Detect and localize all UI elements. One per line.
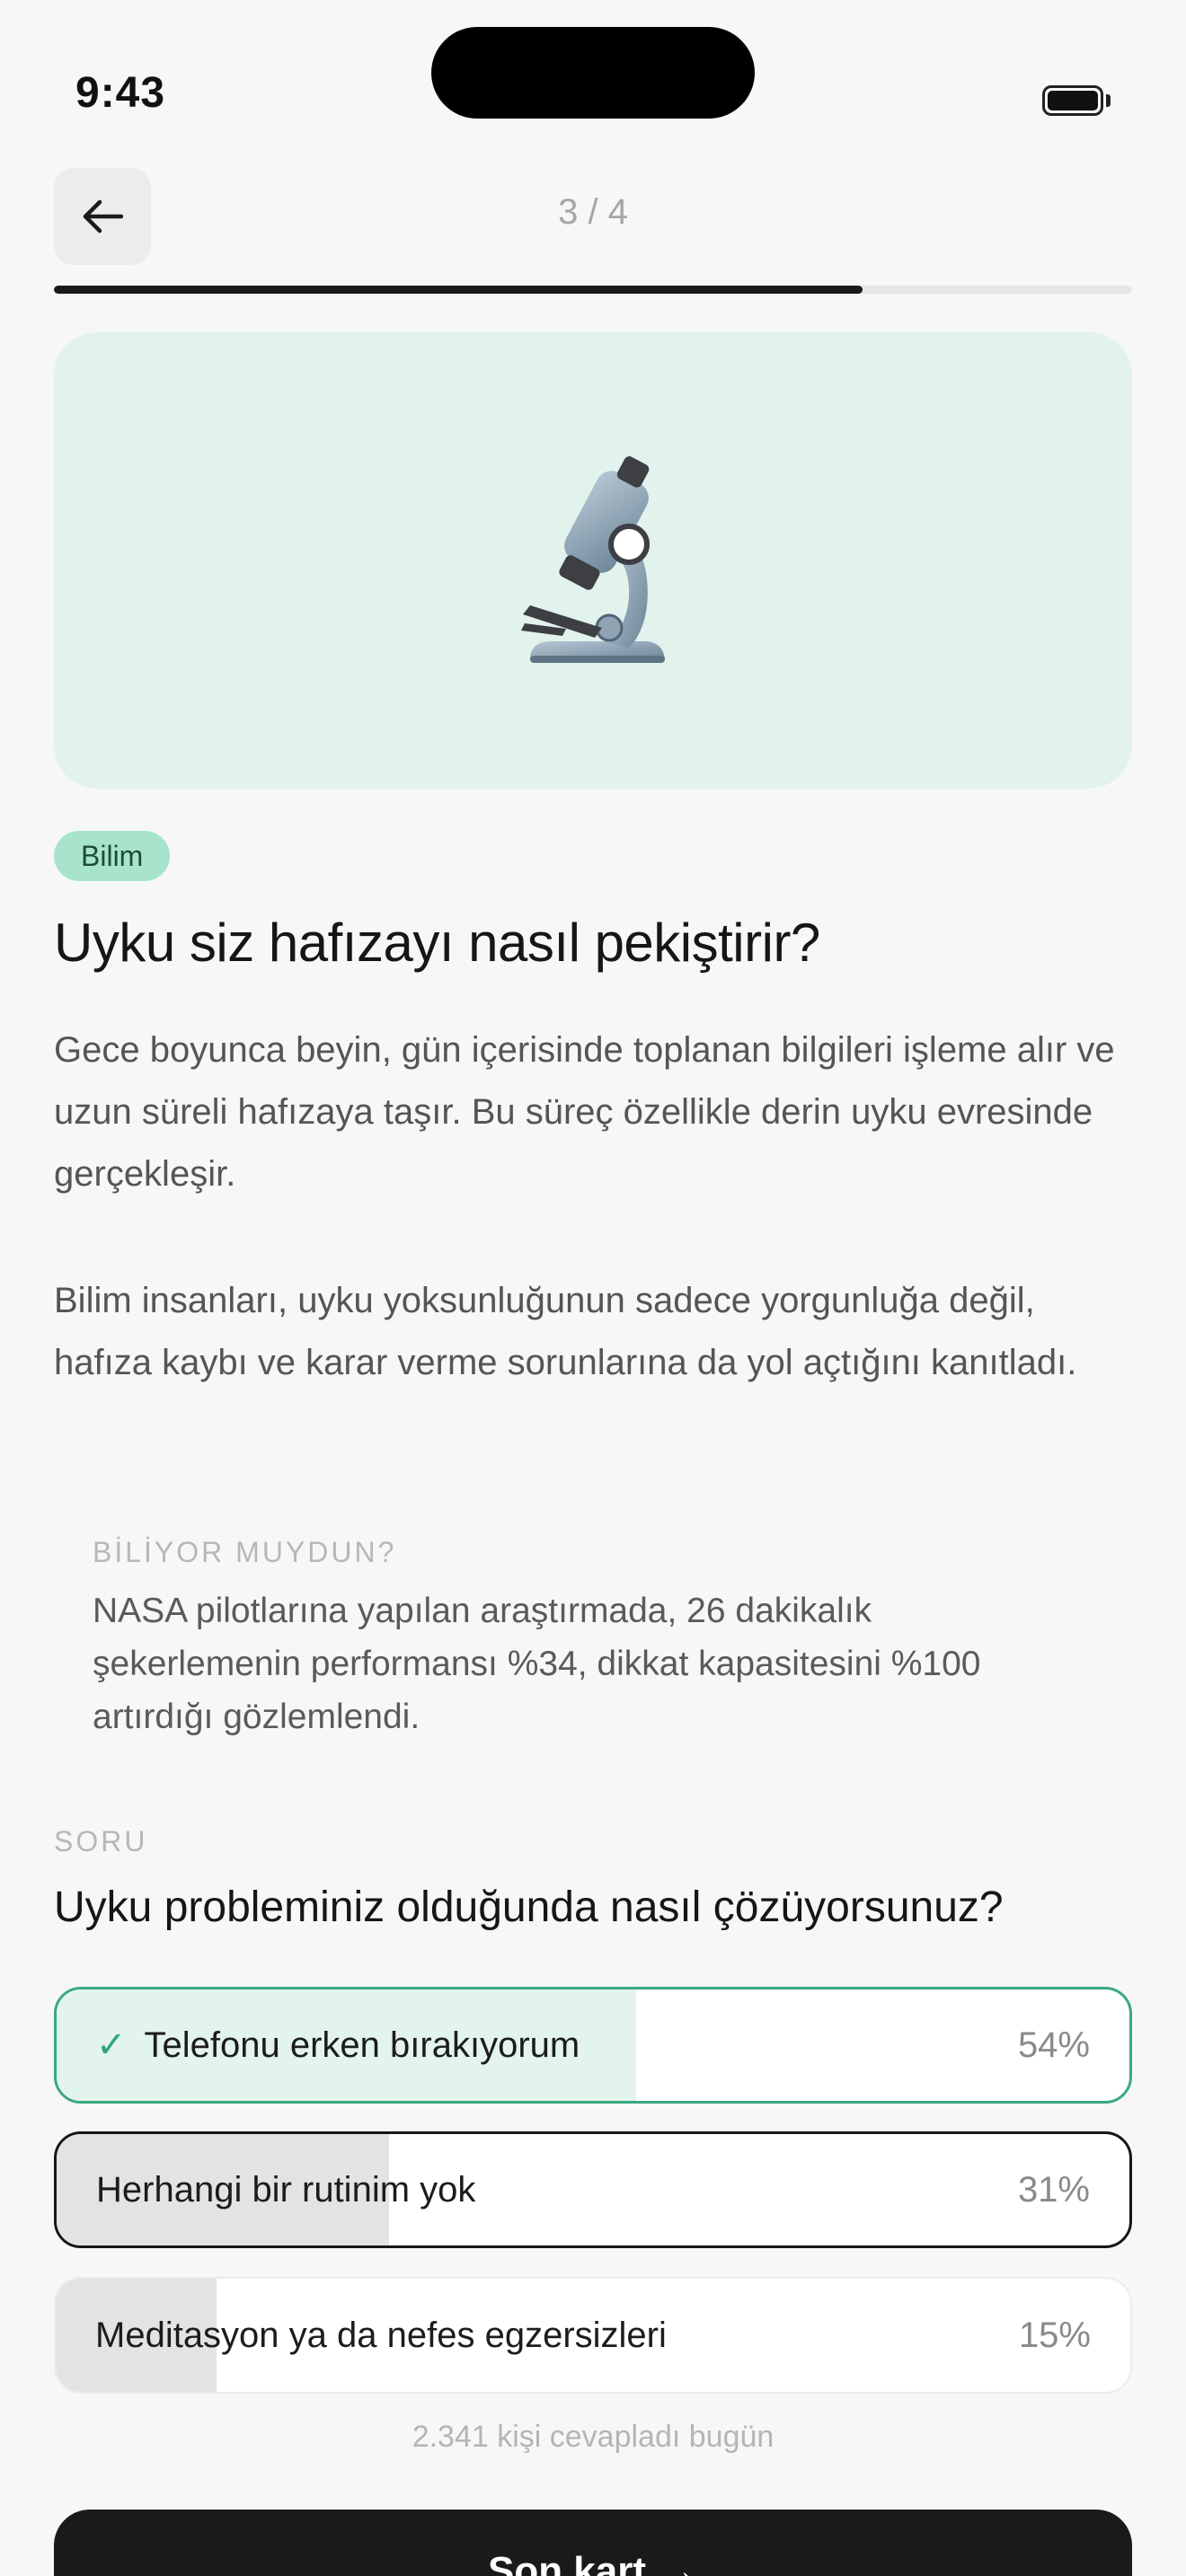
story-card-screen: 9:43 3 / 4 Bilim Uyku siz hafızayı nasıl… bbox=[0, 0, 1186, 2576]
poll-option-percent: 31% bbox=[1017, 2169, 1090, 2210]
fact-label: BİLİYOR MUYDUN? bbox=[93, 1536, 397, 1568]
step-indicator: 3 / 4 bbox=[558, 192, 628, 232]
progress-bar bbox=[54, 286, 1132, 294]
question-label: SORU bbox=[54, 1825, 148, 1857]
article-paragraph: Bilim insanları, uyku yoksunluğunun sade… bbox=[54, 1281, 1077, 1382]
dynamic-island bbox=[431, 27, 755, 119]
poll-option[interactable]: Meditasyon ya da nefes egzersizleri 15% bbox=[54, 2277, 1132, 2394]
next-card-button[interactable]: Son kart → bbox=[54, 2510, 1132, 2576]
battery-tip bbox=[1106, 94, 1111, 107]
poll-option-label: Meditasyon ya da nefes egzersizleri bbox=[95, 2315, 667, 2355]
poll-option[interactable]: ✓ Telefonu erken bırakıyorum 54% bbox=[54, 1987, 1132, 2104]
back-button[interactable] bbox=[54, 168, 151, 265]
poll-option-label: Herhangi bir rutinim yok bbox=[96, 2169, 476, 2210]
response-count: 2.341 kişi cevapladı bugün bbox=[412, 2420, 774, 2454]
poll-option-percent: 54% bbox=[1017, 2025, 1090, 2065]
next-card-label: Son kart bbox=[487, 2549, 647, 2576]
battery-icon bbox=[1042, 85, 1103, 116]
category-badge: Bilim bbox=[54, 831, 171, 881]
poll-option-label: Telefonu erken bırakıyorum bbox=[144, 2025, 580, 2065]
arrow-right-icon: → bbox=[659, 2549, 699, 2576]
article-paragraph: Gece boyunca beyin, gün içerisinde topla… bbox=[54, 1030, 1115, 1194]
status-time: 9:43 bbox=[75, 69, 166, 117]
poll-option-percent: 15% bbox=[1018, 2315, 1091, 2355]
microscope-icon bbox=[521, 456, 665, 663]
check-icon: ✓ bbox=[96, 2025, 127, 2065]
arrow-left-icon bbox=[83, 199, 123, 234]
fact-text: NASA pilotlarına yapılan araştırmada, 26… bbox=[93, 1592, 981, 1736]
progress-fill bbox=[54, 286, 863, 294]
article-title: Uyku siz hafızayı nasıl pekiştirir? bbox=[54, 913, 820, 973]
poll-option[interactable]: Herhangi bir rutinim yok 31% bbox=[54, 2131, 1132, 2248]
poll-question: Uyku probleminiz olduğunda nasıl çözüyor… bbox=[54, 1883, 1004, 1931]
hero-image bbox=[54, 332, 1132, 789]
